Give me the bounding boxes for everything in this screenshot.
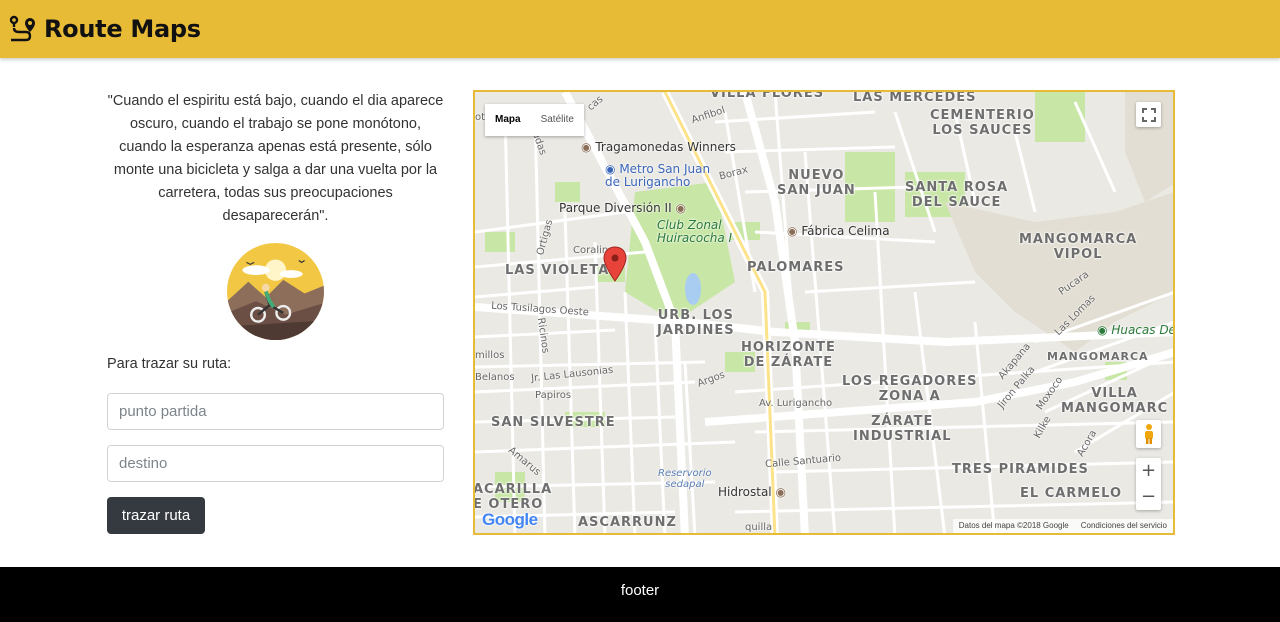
district-villa-flores: VILLA FLORES [710,90,825,101]
district-tres-piramides: TRES PIRAMIDES [952,462,1089,477]
district-cementerio: CEMENTERIO LOS SAUCES [930,108,1035,138]
origin-input[interactable] [107,393,444,430]
footer-text: footer [620,582,660,599]
location-marker-icon[interactable] [603,246,627,282]
district-palomares: PALOMARES [747,260,845,275]
destination-input[interactable] [107,445,444,482]
street-lurigancho: Av. Lurigancho [759,398,833,409]
district-las-mercedes: LAS MERCEDES [853,90,977,105]
zoom-in-button[interactable]: + [1136,458,1161,484]
poi-tragamonedas[interactable]: ◉ Tragamonedas Winners [581,140,736,154]
district-zarate: ZÁRATE INDUSTRIAL [853,414,952,444]
poi-celima[interactable]: ◉ Fábrica Celima [787,224,890,238]
district-el-carmelo: EL CARMELO [1020,486,1122,501]
fullscreen-button[interactable] [1136,102,1161,127]
map-attribution: Datos del mapa ©2018 Google Condiciones … [952,519,1173,533]
poi-club[interactable]: Club Zonal Huiracocha I [657,219,732,245]
poi-pin-icon: ◉ [775,485,786,499]
street-papiros: Papiros [535,390,572,401]
street-view-pegman[interactable] [1136,420,1161,448]
poi-huacas[interactable]: ◉ Huacas De [1097,323,1175,337]
route-form-label: Para trazar su ruta: [107,356,232,372]
district-mangomarca-vipol: MANGOMARCA VIPOL [1019,232,1138,262]
district-santa-rosa: SANTA ROSA DEL SAUCE [905,180,1009,210]
trace-route-button[interactable]: trazar ruta [107,497,205,534]
map-widget[interactable]: VILLA FLORES LAS MERCEDES CEMENTERIO LOS… [473,90,1175,535]
motivational-quote: "Cuando el espiritu está bajo, cuando el… [107,93,444,224]
metro-icon: ◉ [605,162,616,176]
poi-parque-label: Parque Diversión II [559,201,672,215]
terms-link[interactable]: Condiciones del servicio [1081,519,1167,533]
map-type-satellite-button[interactable]: Satélite [531,104,584,136]
poi-pin-icon: ◉ [581,140,592,154]
map-type-map-button[interactable]: Mapa [485,104,531,136]
brand[interactable]: Route Maps [8,12,201,46]
district-horizonte: HORIZONTE DE ZÁRATE [741,340,836,370]
poi-pin-icon: ◉ [675,201,686,215]
pegman-icon [1144,424,1153,444]
district-villa-mangomarca: VILLA MANGOMARC [1061,386,1169,416]
park-icon: ◉ [1097,323,1108,337]
zoom-out-button[interactable]: − [1136,484,1161,510]
route-panel: "Cuando el espiritu está bajo, cuando el… [107,90,444,534]
poi-reservorio[interactable]: Reservorio sedapal [658,468,712,490]
poi-metro[interactable]: ◉ Metro San Juan de Lurigancho [605,163,710,189]
poi-pin-icon: ◉ [787,224,798,238]
poi-huacas-label: Huacas De [1111,323,1175,337]
poi-tragamonedas-label: Tragamonedas Winners [595,140,736,154]
street-belanos: Belanos [475,372,515,383]
district-los-regadores: LOS REGADORES ZONA A [842,374,978,404]
poi-hidrostal-label: Hidrostal [718,485,772,499]
district-nuevo-san-juan: NUEVO SAN JUAN [777,168,856,198]
attribution-data: Datos del mapa ©2018 Google [958,521,1069,530]
route-icon [9,15,35,42]
poi-hidrostal[interactable]: Hidrostal ◉ [718,485,786,499]
district-san-silvestre: SAN SILVESTRE [491,415,616,430]
street-ot: ot [475,112,486,123]
poi-parque[interactable]: Parque Diversión II ◉ [559,201,686,215]
cyclist-illustration [227,243,324,340]
map-type-control: Mapa Satélite [485,104,584,136]
district-acarilla: ACARILLA E OTERO [473,482,553,512]
google-logo-text: Google [482,510,538,529]
brand-name: Route Maps [44,15,201,43]
fullscreen-icon [1141,107,1156,122]
street-quilla: quilla [745,522,773,533]
google-logo[interactable]: Google [482,510,538,530]
district-ascarrunz: ASCARRUNZ [578,515,677,530]
zoom-control: + − [1136,458,1161,510]
district-urb-los-jardines: URB. LOS JARDINES [657,308,735,338]
top-navbar: Route Maps [0,0,1280,58]
street-millos: millos [475,350,505,361]
poi-metro-label: Metro San Juan de Lurigancho [605,162,711,189]
district-mangomarca: MANGOMARCA [1047,350,1149,363]
poi-celima-label: Fábrica Celima [801,224,890,238]
page-footer: footer [0,567,1280,622]
